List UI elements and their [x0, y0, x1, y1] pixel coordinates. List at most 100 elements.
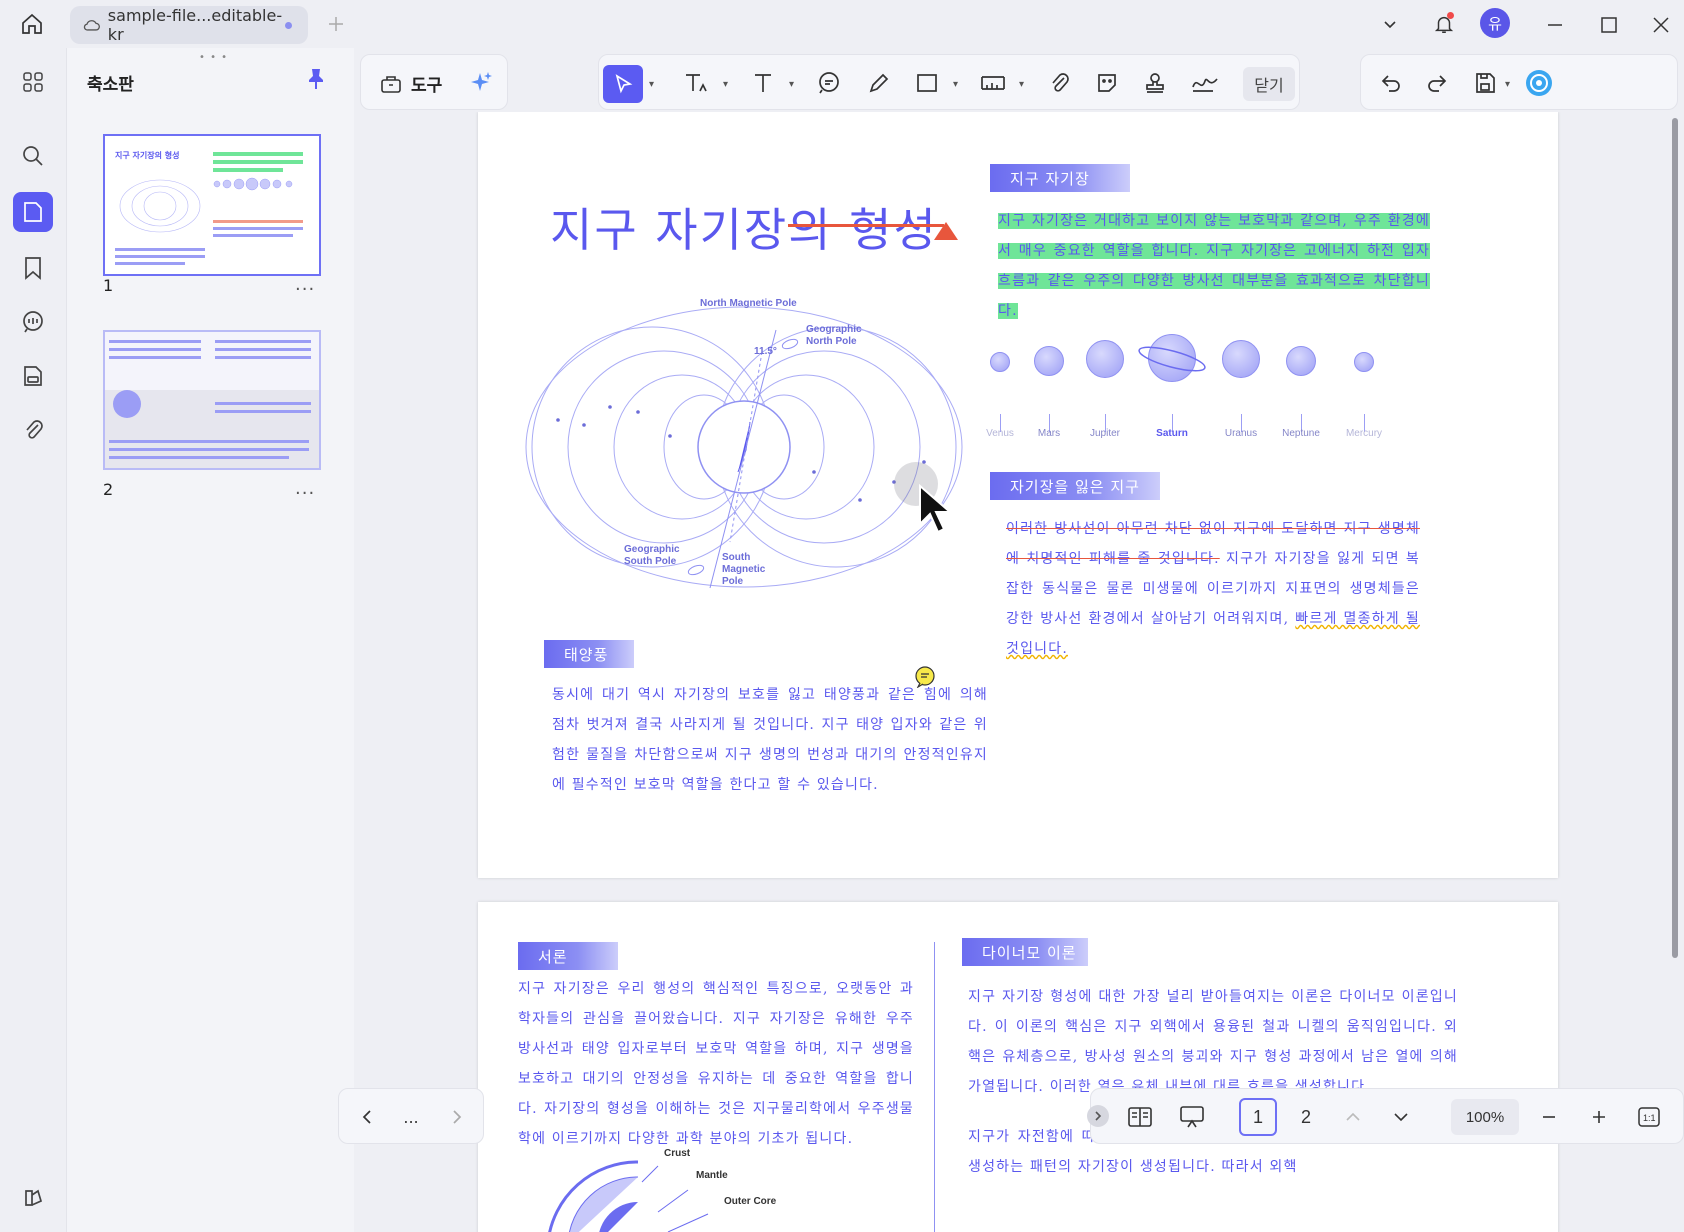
- page-button-2[interactable]: 2: [1287, 1098, 1325, 1136]
- planet-label: Mars: [1037, 428, 1061, 439]
- chevron-down-icon[interactable]: ▾: [1019, 79, 1024, 90]
- cloud-icon: [83, 20, 100, 31]
- history-group: ▾: [1360, 54, 1678, 110]
- undo-icon[interactable]: [1375, 67, 1407, 99]
- attachment-doc-icon[interactable]: [13, 356, 53, 396]
- chevron-down-icon[interactable]: [1389, 1105, 1413, 1129]
- page-layout-icon[interactable]: [1125, 1103, 1155, 1131]
- chevron-right-icon[interactable]: [443, 1103, 471, 1131]
- thumbnail-panel-icon[interactable]: [13, 192, 53, 232]
- stamp-icon[interactable]: [1139, 67, 1171, 99]
- thumbnail-number: 2: [103, 480, 114, 499]
- page-button-1[interactable]: 1: [1239, 1098, 1277, 1136]
- signature-icon[interactable]: [1189, 67, 1221, 99]
- thumbnail-more-icon[interactable]: ...: [295, 478, 315, 499]
- home-icon[interactable]: [18, 10, 46, 38]
- notification-dot: [1447, 12, 1454, 19]
- zoom-level[interactable]: 100%: [1451, 1099, 1519, 1135]
- zoom-in-icon[interactable]: [1587, 1105, 1611, 1129]
- toolbox-icon[interactable]: [375, 67, 407, 99]
- close-window-icon[interactable]: [1648, 12, 1674, 38]
- panel-title: 축소판: [87, 75, 134, 95]
- section-label-magnetic: 지구 자기장: [990, 164, 1130, 192]
- actual-size-icon[interactable]: 1:1: [1635, 1103, 1663, 1131]
- search-icon[interactable]: [13, 136, 53, 176]
- theme-toggle-icon[interactable]: [13, 1178, 53, 1218]
- chevron-down-icon[interactable]: ▾: [953, 79, 958, 90]
- measure-ruler-icon[interactable]: [977, 67, 1009, 99]
- new-tab-icon[interactable]: [324, 12, 348, 36]
- chevron-down-icon[interactable]: ▾: [1505, 79, 1510, 90]
- maximize-icon[interactable]: [1596, 12, 1622, 38]
- ai-sparkle-icon[interactable]: [465, 67, 497, 99]
- earth-layers-diagram: [548, 1160, 709, 1232]
- user-avatar[interactable]: 유: [1480, 8, 1510, 38]
- attach-icon[interactable]: [1043, 67, 1075, 99]
- label-mantle: Mantle: [696, 1170, 728, 1181]
- thumbnail-page-1[interactable]: 지구 자기장의 형성: [103, 134, 321, 276]
- comment-panel-icon[interactable]: [13, 302, 53, 342]
- label-crust: Crust: [664, 1148, 691, 1159]
- chevron-up-icon[interactable]: [1341, 1105, 1365, 1129]
- save-icon[interactable]: [1469, 67, 1501, 99]
- planet-label: Uranus: [1224, 428, 1258, 439]
- panel-drag-handle[interactable]: • • •: [199, 52, 228, 63]
- ai-assistant-icon[interactable]: [1523, 67, 1555, 99]
- text-tool-icon[interactable]: [747, 67, 779, 99]
- solar-wind-paragraph: 동시에 대기 역시 자기장의 보호를 잃고 태양풍과 같은 힘에 의해 점차 벗…: [552, 687, 988, 793]
- label-geographic-south-pole: Geographic South Pole: [624, 544, 680, 567]
- svg-text:1:1: 1:1: [1643, 1113, 1656, 1123]
- planet-label: Jupiter: [1089, 428, 1121, 439]
- tab-title: sample-file...editable-kr: [107, 6, 283, 44]
- planet-label: Mercury: [1345, 428, 1383, 439]
- rectangle-icon[interactable]: [911, 67, 943, 99]
- planet-label: Venus: [986, 428, 1014, 439]
- chevron-down-icon[interactable]: ▾: [789, 79, 794, 90]
- bell-icon[interactable]: [1430, 10, 1458, 38]
- document-viewer[interactable]: 지구 자기장의 형성 North Magnetic Pole Geographi…: [354, 112, 1684, 1232]
- more-options-icon[interactable]: ...: [397, 1103, 425, 1131]
- chevron-down-icon[interactable]: ▾: [649, 79, 654, 90]
- page-2: 서론 지구 자기장은 우리 행성의 핵심적인 특징으로, 오랫동안 과학자들의 …: [478, 902, 1558, 1232]
- chevron-down-icon[interactable]: [1378, 12, 1402, 36]
- close-tools-button[interactable]: 닫기: [1243, 67, 1295, 101]
- column-divider: [934, 942, 935, 1232]
- select-arrow-icon[interactable]: [603, 65, 643, 103]
- planet-row: Venus Mars Jupiter Saturn Uranus Neptune…: [986, 334, 1398, 444]
- sticker-icon[interactable]: [1091, 67, 1123, 99]
- text-highlight-icon[interactable]: [681, 67, 713, 99]
- paperclip-icon[interactable]: [13, 410, 53, 450]
- chevron-down-icon[interactable]: ▾: [723, 79, 728, 90]
- thumbnail-page-2[interactable]: [103, 330, 321, 470]
- label-geographic-north-pole: Geographic North Pole: [806, 324, 862, 347]
- toolbar: 도구 ▾ ▾ ▾ ▾ ▾ 닫기 ▾: [360, 54, 1678, 110]
- highlight-annotation[interactable]: 지구 자기장은 거대하고 보이지 않는 보호막과 같으며, 우주 환경에서 매우…: [998, 213, 1430, 319]
- strikethrough-annotation[interactable]: [788, 224, 944, 227]
- minimize-icon[interactable]: [1542, 12, 1568, 38]
- pin-icon[interactable]: [303, 66, 329, 92]
- redo-icon[interactable]: [1421, 67, 1453, 99]
- dynamo-paragraph-1: 지구 자기장 형성에 대한 가장 널리 받아들여지는 이론은 다이너모 이론입니…: [968, 989, 1458, 1095]
- insert-caret-annotation[interactable]: [934, 222, 958, 240]
- thumbnail-more-icon[interactable]: ...: [295, 274, 315, 295]
- tools-label[interactable]: 도구: [411, 71, 442, 96]
- section-label-lost-field: 자기장을 잃은 지구: [990, 472, 1160, 500]
- pen-icon[interactable]: [863, 67, 895, 99]
- planet-neptune: [1286, 346, 1316, 376]
- planet-mercury: [1354, 352, 1374, 372]
- label-south-magnetic-pole: South Magnetic Pole: [722, 552, 766, 587]
- comment-bubble-icon[interactable]: [813, 67, 845, 99]
- presentation-icon[interactable]: [1177, 1103, 1207, 1131]
- planet-label: Neptune: [1282, 428, 1320, 439]
- document-tab[interactable]: sample-file...editable-kr: [70, 6, 308, 44]
- chevron-left-icon[interactable]: [353, 1103, 381, 1131]
- annotation-tools-group: ▾ ▾ ▾ ▾ ▾ 닫기: [598, 54, 1300, 110]
- bookmark-icon[interactable]: [13, 248, 53, 288]
- expand-bar-icon[interactable]: [1087, 1105, 1109, 1127]
- left-rail: [0, 48, 66, 1232]
- zoom-out-icon[interactable]: [1537, 1105, 1561, 1129]
- apps-grid-icon[interactable]: [13, 62, 53, 102]
- label-tilt-angle: 11.5°: [754, 346, 777, 357]
- vertical-scrollbar[interactable]: [1672, 118, 1678, 958]
- lost-field-paragraph: 이러한 방사선이 아무런 차단 없이 지구에 도달하면 지구 생명체에 치명적인…: [1006, 521, 1420, 657]
